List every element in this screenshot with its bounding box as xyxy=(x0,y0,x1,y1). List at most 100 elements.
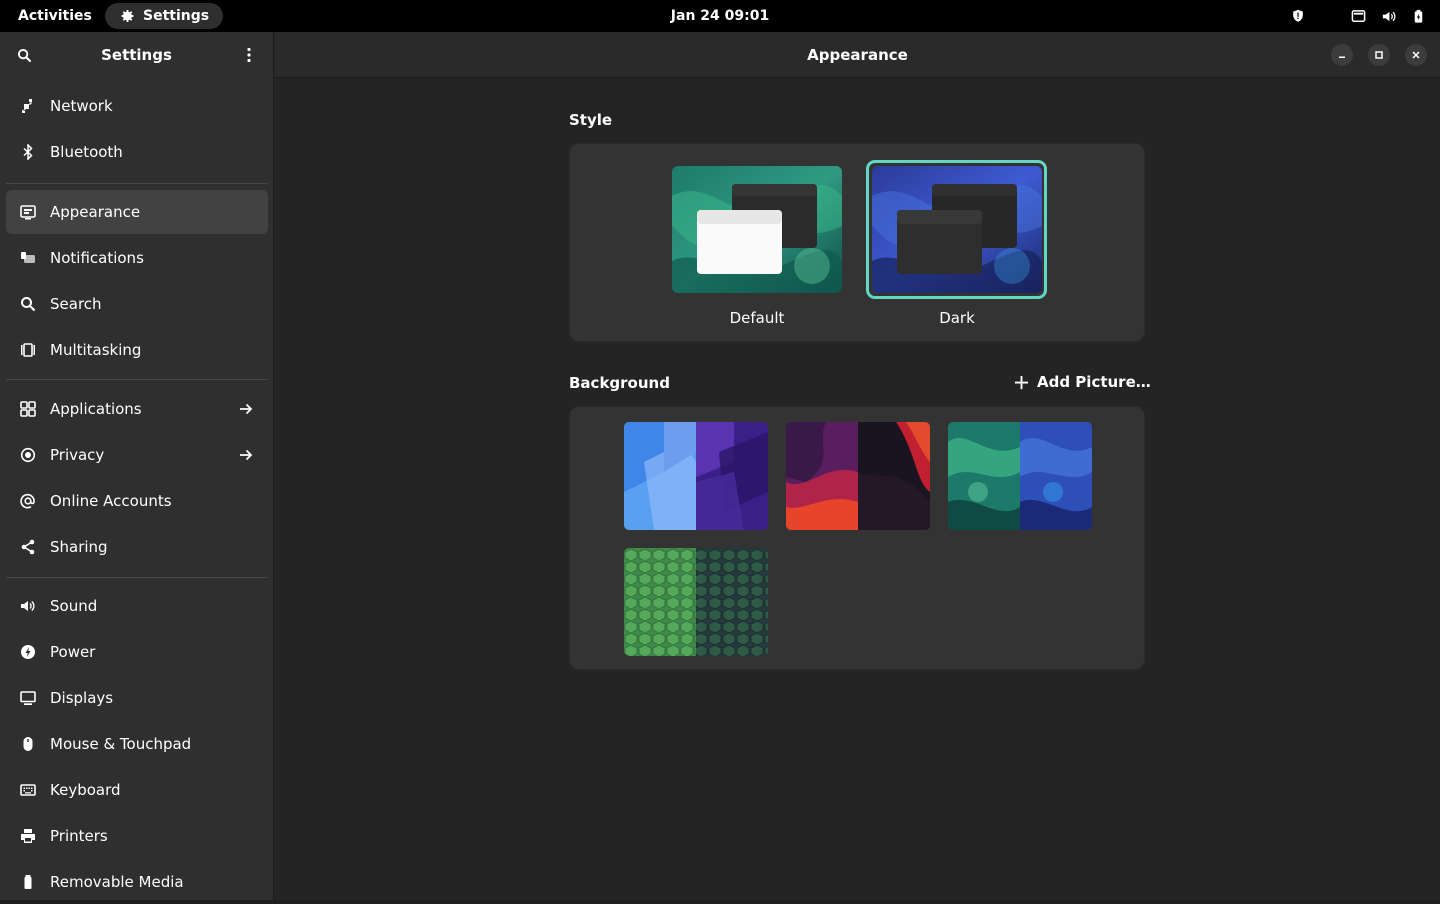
default-style-thumbnail xyxy=(672,166,842,293)
sharing-icon xyxy=(20,539,36,555)
app-menu-label: Settings xyxy=(143,8,210,24)
shield-icon[interactable] xyxy=(1290,8,1306,24)
appearance-icon xyxy=(20,204,36,220)
add-picture-label: Add Picture… xyxy=(1037,373,1151,391)
wallpaper-thumbnail[interactable] xyxy=(624,548,768,656)
sidebar-item-label: Applications xyxy=(50,400,142,418)
minimize-icon xyxy=(1339,56,1345,58)
search-button[interactable] xyxy=(8,39,40,71)
activities-button[interactable]: Activities xyxy=(10,4,100,28)
battery-icon[interactable] xyxy=(1410,8,1426,24)
online-accounts-icon xyxy=(20,493,36,509)
wallpaper-thumbnail[interactable] xyxy=(786,422,930,530)
search-icon xyxy=(17,48,31,62)
page-title: Appearance xyxy=(807,46,908,64)
sidebar-item-search[interactable]: Search xyxy=(6,282,268,326)
content-pane: Appearance Style Default Dark Background… xyxy=(275,32,1440,900)
sidebar-item-mouse-touchpad[interactable]: Mouse & Touchpad xyxy=(6,722,268,766)
sidebar-item-keyboard[interactable]: Keyboard xyxy=(6,768,268,812)
sidebar-item-removable-media[interactable]: Removable Media xyxy=(6,860,268,904)
sidebar-item-appearance[interactable]: Appearance xyxy=(6,190,268,234)
close-button[interactable] xyxy=(1405,44,1427,66)
sidebar-item-notifications[interactable]: Notifications xyxy=(6,236,268,280)
sidebar-separator xyxy=(6,577,268,578)
wallpaper-thumbnail[interactable] xyxy=(624,422,768,530)
bluetooth-icon xyxy=(20,144,36,160)
sidebar-item-label: Displays xyxy=(50,689,114,707)
sidebar-item-displays[interactable]: Displays xyxy=(6,676,268,720)
notifications-icon xyxy=(20,250,36,266)
sidebar-item-label: Sharing xyxy=(50,538,108,556)
style-option-label: Dark xyxy=(939,309,975,327)
sidebar-item-online-accounts[interactable]: Online Accounts xyxy=(6,479,268,523)
sound-icon xyxy=(20,598,36,614)
sidebar-item-label: Multitasking xyxy=(50,341,142,359)
privacy-icon xyxy=(20,447,36,463)
maximize-icon xyxy=(1375,51,1383,59)
top-bar: Activities Settings Jan 24 09:01 xyxy=(0,0,1440,32)
sidebar-title: Settings xyxy=(101,46,172,64)
sidebar-item-label: Bluetooth xyxy=(50,143,123,161)
displays-icon xyxy=(20,690,36,706)
sidebar-item-multitasking[interactable]: Multitasking xyxy=(6,328,268,372)
multitasking-icon xyxy=(20,342,36,358)
style-option-label: Default xyxy=(729,309,785,327)
sidebar-separator xyxy=(6,183,268,184)
sidebar-item-applications[interactable]: Applications xyxy=(6,387,268,431)
volume-icon[interactable] xyxy=(1380,8,1396,24)
arrow-right-icon xyxy=(240,449,253,461)
sidebar-item-label: Online Accounts xyxy=(50,492,172,510)
sidebar-header: Settings xyxy=(0,32,273,78)
minimize-button[interactable] xyxy=(1331,44,1353,66)
style-card: Default Dark xyxy=(569,143,1145,342)
plus-icon xyxy=(1014,375,1029,389)
sidebar-item-label: Search xyxy=(50,295,102,313)
style-heading: Style xyxy=(569,111,613,129)
network-wired-icon[interactable] xyxy=(1350,8,1366,24)
sidebar-item-label: Privacy xyxy=(50,446,105,464)
add-picture-button[interactable]: Add Picture… xyxy=(1014,373,1151,391)
sidebar-item-power[interactable]: Power xyxy=(6,630,268,674)
sidebar-item-label: Mouse & Touchpad xyxy=(50,735,192,753)
sidebar-item-label: Notifications xyxy=(50,249,144,267)
style-option-default[interactable]: Default xyxy=(672,166,842,327)
network-icon xyxy=(20,98,36,114)
applications-icon xyxy=(20,401,36,417)
header-bar: Appearance xyxy=(275,32,1440,78)
maximize-button[interactable] xyxy=(1368,44,1390,66)
mouse-icon xyxy=(20,736,36,752)
sidebar-item-bluetooth[interactable]: Bluetooth xyxy=(6,130,268,174)
app-menu-button[interactable]: Settings xyxy=(105,3,224,29)
keyboard-icon xyxy=(20,782,36,798)
main-menu-button[interactable] xyxy=(233,39,265,71)
system-tray[interactable] xyxy=(1290,0,1426,32)
gear-icon xyxy=(121,10,134,22)
removable-media-icon xyxy=(20,874,36,890)
sidebar-item-label: Appearance xyxy=(50,203,141,221)
dark-style-thumbnail xyxy=(872,166,1042,293)
sidebar-item-privacy[interactable]: Privacy xyxy=(6,433,268,477)
sidebar-item-network[interactable]: Network xyxy=(6,84,268,128)
sidebar-separator xyxy=(6,379,268,380)
sidebar-item-label: Sound xyxy=(50,597,98,615)
background-heading: Background xyxy=(569,374,670,392)
power-icon xyxy=(20,644,36,660)
sidebar-item-label: Network xyxy=(50,97,113,115)
sidebar-item-label: Power xyxy=(50,643,96,661)
sidebar-item-label: Printers xyxy=(50,827,108,845)
sidebar-item-printers[interactable]: Printers xyxy=(6,814,268,858)
sidebar-item-sound[interactable]: Sound xyxy=(6,584,268,628)
style-option-dark[interactable]: Dark xyxy=(872,166,1042,327)
arrow-right-icon xyxy=(240,403,253,415)
close-icon xyxy=(1412,51,1420,59)
clock-label[interactable]: Jan 24 09:01 xyxy=(671,8,769,24)
background-card xyxy=(569,406,1145,670)
sidebar: Settings Network Bluetooth Appearance No… xyxy=(0,32,274,900)
sidebar-item-label: Keyboard xyxy=(50,781,121,799)
printer-icon xyxy=(20,828,36,844)
kebab-menu-icon xyxy=(247,47,251,63)
sidebar-item-sharing[interactable]: Sharing xyxy=(6,525,268,569)
wallpaper-thumbnail[interactable] xyxy=(948,422,1092,530)
sidebar-item-label: Removable Media xyxy=(50,873,184,891)
search-icon xyxy=(20,296,36,312)
